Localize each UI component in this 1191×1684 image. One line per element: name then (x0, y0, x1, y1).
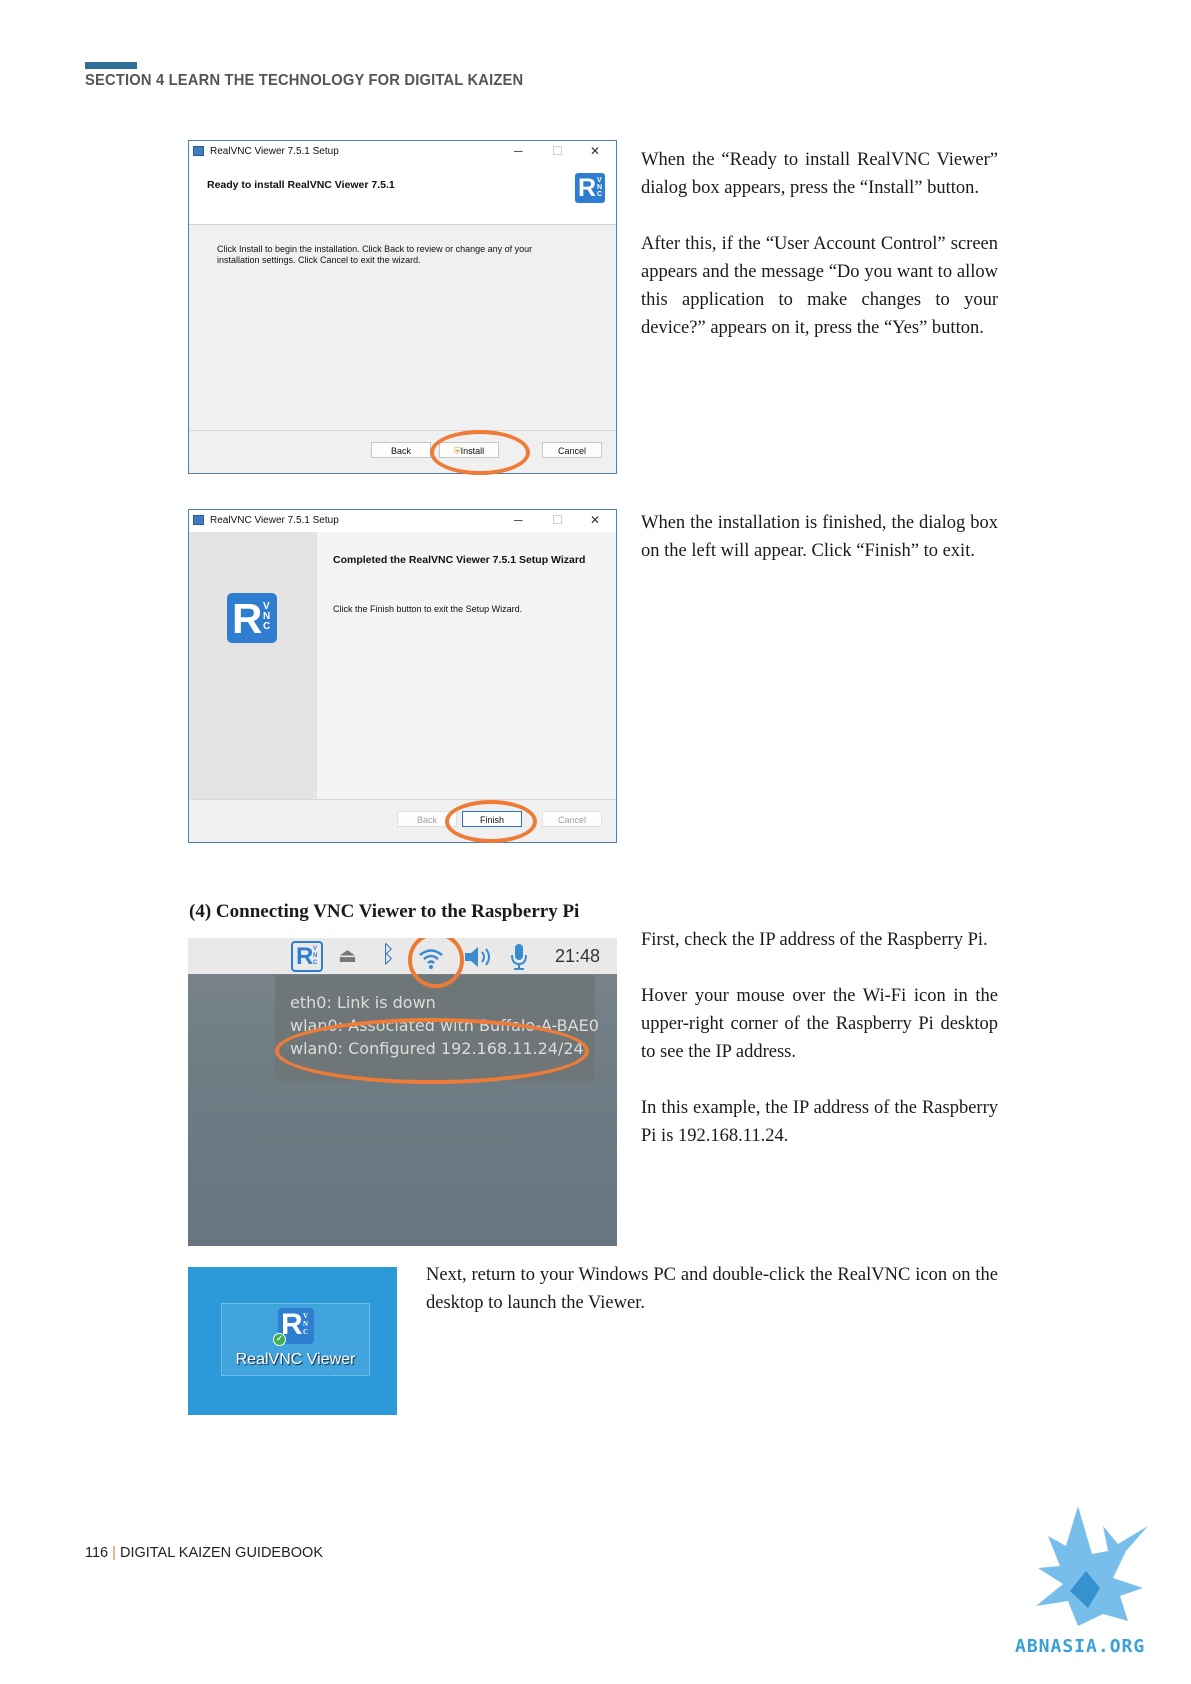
dialog-button-row: Back ⛨Install Cancel (189, 430, 616, 473)
dialog-window-title: RealVNC Viewer 7.5.1 Setup (210, 146, 339, 157)
maximize-icon[interactable]: ☐ (552, 513, 563, 527)
brand-watermark: ABNASIA.ORG (1015, 1636, 1146, 1657)
griffin-logo-icon (1036, 1506, 1148, 1626)
dialog-body-text: Click the Finish button to exit the Setu… (333, 604, 523, 614)
pi-taskbar: R VNC ⏏ ᛒ 21:48 (188, 938, 617, 974)
setup-app-icon (193, 515, 204, 525)
realvnc-viewer-desktop-icon[interactable]: R VNC ✓ (273, 1308, 314, 1346)
page-number: 116 (85, 1545, 109, 1561)
volume-icon[interactable] (463, 945, 495, 969)
dialog-header-band: Ready to install RealVNC Viewer 7.5.1 R … (189, 163, 616, 225)
microphone-icon[interactable] (508, 942, 530, 972)
check-badge-icon: ✓ (273, 1333, 286, 1346)
finish-paragraph: When the installation is finished, the d… (641, 513, 998, 561)
section-accent-bar (85, 62, 137, 69)
footer-divider: | (112, 1545, 116, 1561)
finish-instructions: When the installation is finished, the d… (641, 509, 998, 565)
install-instructions: When the “Ready to install RealVNC Viewe… (641, 146, 998, 342)
desktop-icon-selection[interactable]: R VNC ✓ RealVNC Viewer (221, 1303, 370, 1376)
back-button[interactable]: Back (371, 442, 431, 458)
finish-highlight-circle (445, 800, 537, 843)
realvnc-logo-icon: R VNC (227, 593, 277, 643)
install-paragraph-1: When the “Ready to install RealVNC Viewe… (641, 150, 998, 198)
maximize-icon[interactable]: ☐ (552, 144, 563, 158)
install-highlight-circle (430, 430, 530, 475)
bluetooth-icon[interactable]: ᛒ (381, 940, 395, 968)
page-footer: 116 | DIGITAL KAIZEN GUIDEBOOK (85, 1545, 323, 1561)
realvnc-logo-icon: R VNC (575, 173, 605, 203)
close-icon[interactable]: ✕ (590, 513, 600, 527)
launch-paragraph: Next, return to your Windows PC and doub… (426, 1265, 998, 1313)
ip-highlight-ellipse (275, 1018, 589, 1084)
realvnc-icon[interactable]: R VNC (291, 941, 323, 972)
close-icon[interactable]: ✕ (590, 144, 600, 158)
dialog-titlebar: RealVNC Viewer 7.5.1 Setup ─ ☐ ✕ (189, 510, 616, 532)
wizard-content-panel: Completed the RealVNC Viewer 7.5.1 Setup… (317, 532, 616, 800)
ip-paragraph-3: In this example, the IP address of the R… (641, 1098, 998, 1146)
dialog-heading: Completed the RealVNC Viewer 7.5.1 Setup… (333, 554, 586, 566)
minimize-icon[interactable]: ─ (514, 144, 523, 158)
subsection-heading: (4) Connecting VNC Viewer to the Raspber… (189, 901, 580, 922)
tooltip-line-eth0: eth0: Link is down (290, 993, 436, 1012)
windows-desktop-screenshot: R VNC ✓ RealVNC Viewer (188, 1267, 397, 1415)
launch-instructions: Next, return to your Windows PC and doub… (426, 1261, 998, 1317)
pi-clock: 21:48 (555, 946, 601, 966)
wizard-side-panel: R VNC (189, 532, 317, 800)
dialog-titlebar: RealVNC Viewer 7.5.1 Setup ─ ☐ ✕ (189, 141, 616, 163)
dialog-button-row: Back Finish Cancel (189, 799, 616, 842)
setup-app-icon (193, 146, 204, 156)
ip-paragraph-2: Hover your mouse over the Wi-Fi icon in … (641, 986, 998, 1062)
book-title: DIGITAL KAIZEN GUIDEBOOK (119, 1545, 324, 1561)
eject-icon[interactable]: ⏏ (338, 943, 357, 968)
cancel-button[interactable]: Cancel (542, 811, 602, 827)
dialog-heading: Ready to install RealVNC Viewer 7.5.1 (207, 179, 395, 191)
raspberry-pi-screenshot: R VNC ⏏ ᛒ 21:48 eth0: Link is down wlan0… (188, 938, 617, 1246)
ip-paragraph-1: First, check the IP address of the Raspb… (641, 930, 988, 950)
minimize-icon[interactable]: ─ (514, 513, 523, 527)
desktop-icon-label: RealVNC Viewer (235, 1351, 356, 1368)
ip-instructions: First, check the IP address of the Raspb… (641, 926, 998, 1150)
cancel-button[interactable]: Cancel (542, 442, 602, 458)
dialog-body-text: Click Install to begin the installation.… (217, 244, 533, 265)
dialog-window-title: RealVNC Viewer 7.5.1 Setup (210, 515, 339, 526)
install-paragraph-2: After this, if the “User Account Control… (641, 234, 998, 338)
finish-dialog-screenshot: RealVNC Viewer 7.5.1 Setup ─ ☐ ✕ R VNC C… (188, 509, 617, 843)
install-dialog-screenshot: RealVNC Viewer 7.5.1 Setup ─ ☐ ✕ Ready t… (188, 140, 617, 475)
section-title: SECTION 4 LEARN THE TECHNOLOGY FOR DIGIT… (85, 72, 524, 89)
